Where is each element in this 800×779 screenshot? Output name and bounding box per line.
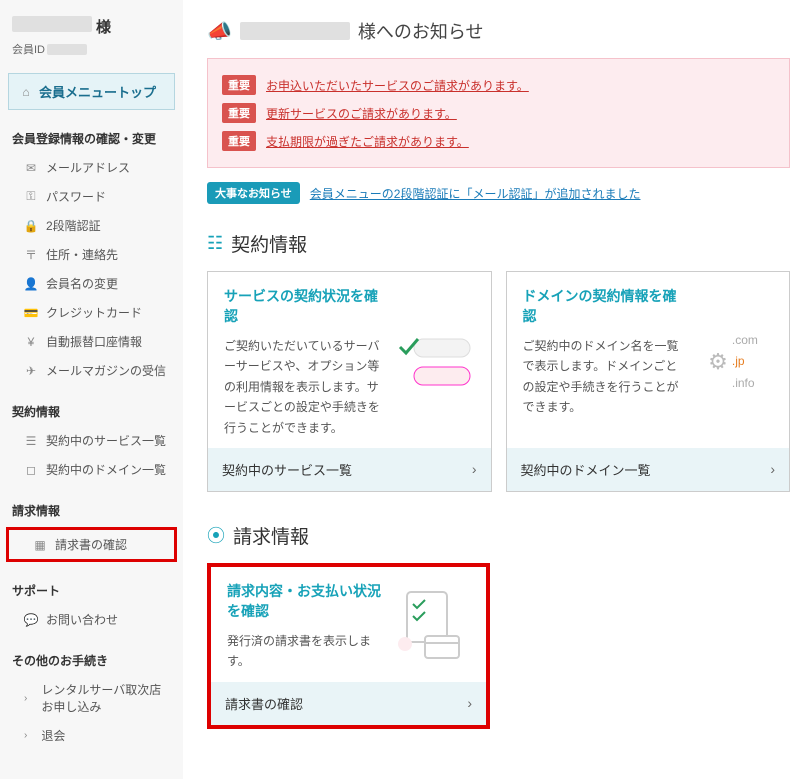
invoice-icon: ▦	[33, 538, 47, 552]
alert-row: 重要 支払期限が過ぎたご請求があります。	[222, 127, 775, 155]
gear-icon: ⚙	[708, 349, 728, 375]
nav-item-password[interactable]: ⚿パスワード	[0, 182, 183, 211]
card-title: サービスの契約状況を確認	[224, 286, 387, 326]
address-icon: 〒	[24, 246, 38, 263]
sidebar: 様 会員ID ⌂ 会員メニュートップ 会員登録情報の確認・変更 ✉メールアドレス…	[0, 0, 183, 779]
chevron-right-icon: ›	[770, 461, 775, 477]
domain-tag-com: .com	[732, 330, 758, 352]
nav-item-mailmag[interactable]: ✈メールマガジンの受信	[0, 356, 183, 385]
window-icon: ◻	[24, 463, 38, 477]
nav-item-2fa[interactable]: 🔒2段階認証	[0, 211, 183, 240]
mail-icon: ✉	[24, 161, 38, 175]
card-footer-services[interactable]: 契約中のサービス一覧 ›	[208, 448, 491, 491]
yen-icon: ¥	[24, 335, 38, 349]
nav-top-label: 会員メニュートップ	[39, 82, 156, 101]
card-footer-domains[interactable]: 契約中のドメイン一覧 ›	[507, 448, 790, 491]
list-icon: ☰	[24, 434, 38, 448]
nav-heading-contract: 契約情報	[0, 393, 183, 426]
section-title-contract: 契約情報	[231, 230, 307, 257]
nav-item-services[interactable]: ☰契約中のサービス一覧	[0, 426, 183, 455]
card-footer-label: 契約中のドメイン一覧	[521, 460, 651, 479]
card-footer-invoice[interactable]: 請求書の確認 ›	[211, 682, 486, 725]
info-link[interactable]: 会員メニューの2段階認証に「メール認証」が追加されました	[310, 185, 641, 202]
alert-box: 重要 お申込いただいたサービスのご請求があります。 重要 更新サービスのご請求が…	[207, 58, 790, 168]
chevron-icon: ›	[24, 693, 27, 704]
chevron-right-icon: ›	[467, 695, 472, 711]
invoice-graphic	[390, 581, 470, 672]
nav-billing-highlight: ▦請求書の確認	[6, 527, 177, 562]
notice-header: 📣 様へのお知らせ	[207, 18, 790, 44]
domain-tag-jp: .jp	[732, 351, 758, 373]
nav-heading-billing: 請求情報	[0, 492, 183, 525]
lock-icon: 🔒	[24, 219, 38, 233]
nav-heading-support: サポート	[0, 572, 183, 605]
nav-item-creditcard[interactable]: 💳クレジットカード	[0, 298, 183, 327]
megaphone-icon: 📣	[207, 19, 232, 44]
nav-item-email[interactable]: ✉メールアドレス	[0, 153, 183, 182]
send-icon: ✈	[24, 364, 38, 378]
user-id-label: 会員ID	[12, 41, 45, 57]
chevron-icon: ›	[24, 730, 27, 741]
service-graphic	[395, 286, 475, 438]
nav-item-address[interactable]: 〒住所・連絡先	[0, 240, 183, 269]
section-header-billing: ⦿ 請求情報	[207, 522, 790, 549]
badge-important: 重要	[222, 75, 256, 95]
user-id-redacted	[47, 44, 87, 55]
contract-section-icon: ☷	[207, 233, 223, 254]
nav-item-reseller[interactable]: ›レンタルサーバ取次店お申し込み	[0, 675, 183, 721]
card-desc: ご契約いただいているサーバーサービスや、オプション等の利用情報を表示します。サー…	[224, 336, 387, 438]
section-header-contract: ☷ 契約情報	[207, 230, 790, 257]
badge-important: 重要	[222, 103, 256, 123]
domain-graphic: ⚙ .com .jp .info	[693, 286, 773, 438]
alert-row: 重要 お申込いただいたサービスのご請求があります。	[222, 71, 775, 99]
card-icon: 💳	[24, 306, 38, 320]
nav-heading-registration: 会員登録情報の確認・変更	[0, 120, 183, 153]
badge-info: 大事なお知らせ	[207, 182, 300, 204]
chat-icon: 💬	[24, 613, 38, 627]
card-desc: 発行済の請求書を表示します。	[227, 631, 382, 672]
section-title-billing: 請求情報	[233, 522, 309, 549]
billing-cards: 請求内容・お支払い状況を確認 発行済の請求書を表示します。 請求書の確認 ›	[207, 563, 790, 729]
nav-item-invoice[interactable]: ▦請求書の確認	[9, 530, 174, 559]
contract-cards: サービスの契約状況を確認 ご契約いただいているサーバーサービスや、オプション等の…	[207, 271, 790, 492]
notice-name-redacted	[240, 22, 350, 40]
user-name-redacted	[12, 16, 92, 32]
main-content: 📣 様へのお知らせ 重要 お申込いただいたサービスのご請求があります。 重要 更…	[183, 0, 800, 779]
billing-section-icon: ⦿	[207, 522, 225, 548]
chevron-right-icon: ›	[472, 461, 477, 477]
card-footer-label: 契約中のサービス一覧	[222, 460, 352, 479]
card-footer-label: 請求書の確認	[225, 694, 303, 713]
card-service-status: サービスの契約状況を確認 ご契約いただいているサーバーサービスや、オプション等の…	[207, 271, 492, 492]
card-title: 請求内容・お支払い状況を確認	[227, 581, 382, 621]
nav-item-withdraw[interactable]: ›退会	[0, 721, 183, 750]
nav-item-name[interactable]: 👤会員名の変更	[0, 269, 183, 298]
badge-important: 重要	[222, 131, 256, 151]
card-billing-status: 請求内容・お支払い状況を確認 発行済の請求書を表示します。 請求書の確認 ›	[207, 563, 490, 729]
nav-item-contact[interactable]: 💬お問い合わせ	[0, 605, 183, 634]
alert-link-1[interactable]: お申込いただいたサービスのご請求があります。	[266, 77, 529, 94]
info-row: 大事なお知らせ 会員メニューの2段階認証に「メール認証」が追加されました	[207, 182, 790, 204]
nav-item-domains[interactable]: ◻契約中のドメイン一覧	[0, 455, 183, 484]
nav-top-button[interactable]: ⌂ 会員メニュートップ	[8, 73, 175, 110]
domain-tag-info: .info	[732, 373, 758, 395]
home-icon: ⌂	[19, 85, 33, 99]
user-info: 様 会員ID	[0, 10, 183, 67]
key-icon: ⚿	[24, 189, 38, 204]
alert-link-3[interactable]: 支払期限が過ぎたご請求があります。	[266, 133, 469, 150]
nav-heading-other: その他のお手続き	[0, 642, 183, 675]
card-domain-status: ドメインの契約情報を確認 ご契約中のドメイン名を一覧で表示します。ドメインごとの…	[506, 271, 791, 492]
person-icon: 👤	[24, 277, 38, 291]
alert-row: 重要 更新サービスのご請求があります。	[222, 99, 775, 127]
user-honorific: 様	[96, 16, 111, 37]
card-desc: ご契約中のドメイン名を一覧で表示します。ドメインごとの設定や手続きを行うことがで…	[523, 336, 686, 418]
card-title: ドメインの契約情報を確認	[523, 286, 686, 326]
alert-link-2[interactable]: 更新サービスのご請求があります。	[266, 105, 457, 122]
nav-item-bank[interactable]: ¥自動振替口座情報	[0, 327, 183, 356]
notice-header-suffix: 様へのお知らせ	[358, 18, 484, 44]
